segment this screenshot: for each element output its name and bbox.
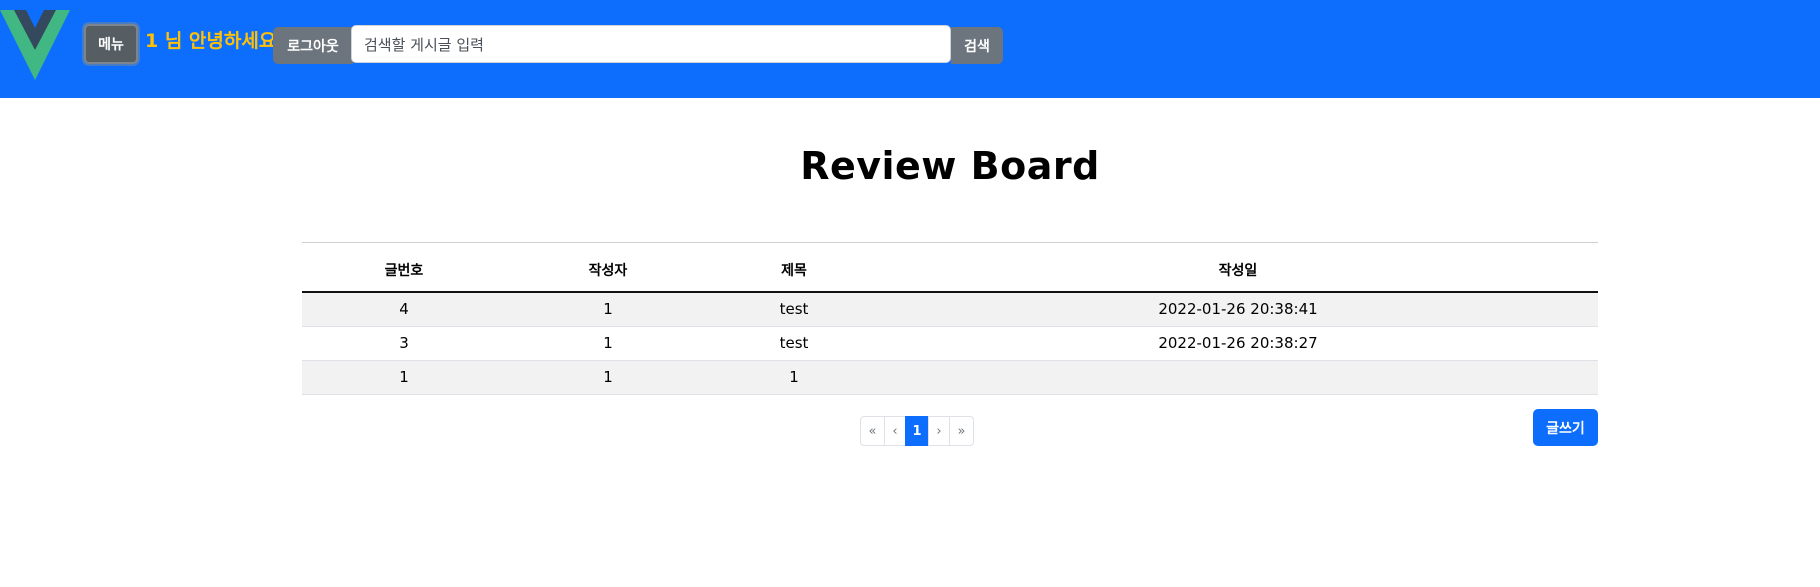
write-button[interactable]: 글쓰기 xyxy=(1533,409,1598,446)
table-row[interactable]: 3 1 test 2022-01-26 20:38:27 xyxy=(302,326,1598,361)
table-row[interactable]: 4 1 test 2022-01-26 20:38:41 xyxy=(302,291,1598,327)
logout-button[interactable]: 로그아웃 xyxy=(273,27,353,64)
page-prev-button[interactable]: ‹ xyxy=(884,416,906,446)
search-button[interactable]: 검색 xyxy=(951,27,1003,64)
cell-author: 1 xyxy=(506,326,710,361)
cell-date: 2022-01-26 20:38:41 xyxy=(878,291,1598,327)
cell-no: 4 xyxy=(302,291,506,327)
cell-subject[interactable]: test xyxy=(710,291,878,327)
cell-date xyxy=(878,360,1598,395)
navbar: 메뉴 1 님 안녕하세요 로그아웃 검색할 게시글 입력 검색 xyxy=(0,0,1820,98)
vue-logo-icon[interactable] xyxy=(0,10,70,80)
cell-no: 3 xyxy=(302,326,506,361)
greeting-text: 1 님 안녕하세요 xyxy=(145,30,277,52)
cell-subject[interactable]: 1 xyxy=(710,360,878,395)
search-input[interactable]: 검색할 게시글 입력 xyxy=(351,25,951,63)
page-first-button[interactable]: « xyxy=(860,416,885,446)
page-next-button[interactable]: › xyxy=(928,416,950,446)
cell-no: 1 xyxy=(302,360,506,395)
table-row[interactable]: 1 1 1 xyxy=(302,360,1598,395)
pagination: « ‹ 1 › » xyxy=(860,416,974,446)
menu-button[interactable]: 메뉴 xyxy=(84,24,138,64)
cell-subject[interactable]: test xyxy=(710,326,878,361)
page-last-button[interactable]: » xyxy=(949,416,974,446)
page-title: Review Board xyxy=(800,144,1100,188)
cell-author: 1 xyxy=(506,291,710,327)
board-table: 글번호 작성자 제목 작성일 4 1 test 2022-01-26 20:38… xyxy=(302,242,1598,395)
column-header-subject: 제목 xyxy=(710,242,878,293)
column-header-no: 글번호 xyxy=(302,242,506,293)
cell-author: 1 xyxy=(506,360,710,395)
column-header-date: 작성일 xyxy=(878,242,1598,293)
column-header-author: 작성자 xyxy=(506,242,710,293)
cell-date: 2022-01-26 20:38:27 xyxy=(878,326,1598,361)
page-current-button[interactable]: 1 xyxy=(905,416,929,446)
table-header-row: 글번호 작성자 제목 작성일 xyxy=(302,242,1598,293)
